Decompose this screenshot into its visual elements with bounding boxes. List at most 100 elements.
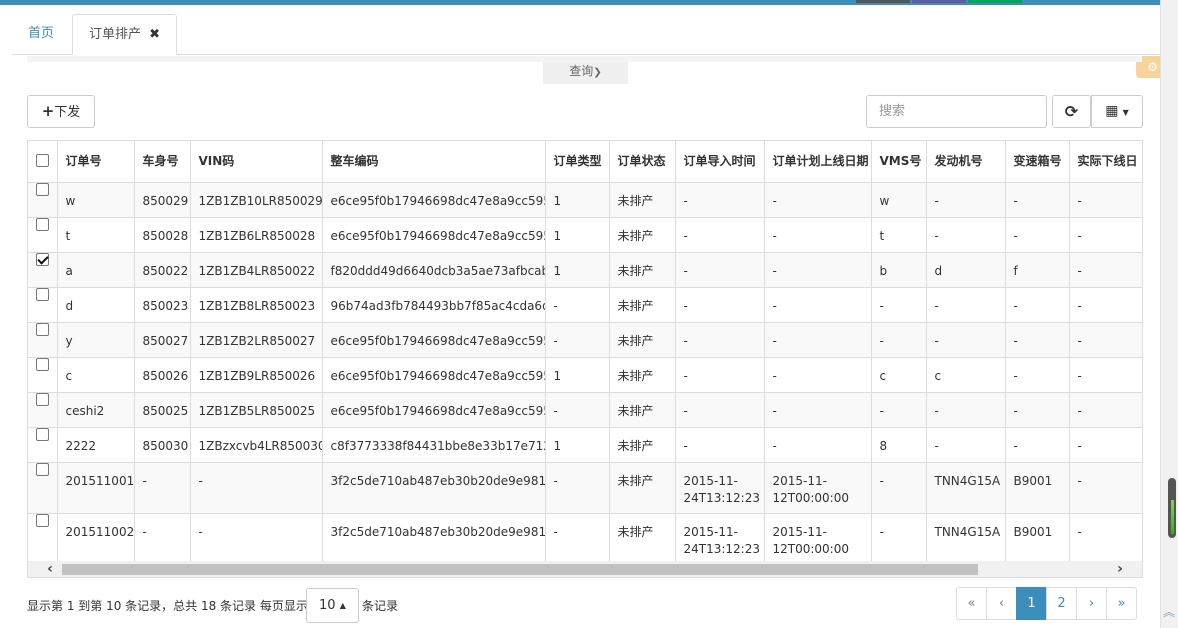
table-cell: - — [871, 392, 927, 428]
table-cell: 850026 — [134, 357, 191, 393]
row-checkbox[interactable] — [35, 217, 49, 231]
row-checkbox[interactable] — [35, 252, 49, 266]
table-cell: - — [1069, 217, 1142, 253]
column-header[interactable]: VIN码 — [190, 141, 323, 183]
table-row[interactable]: d 850023 1ZB1ZB8LR850023 96b74ad3fb784493bb… — [28, 287, 1142, 323]
search-input[interactable] — [866, 95, 1047, 128]
column-header[interactable]: 变速箱号 — [1005, 141, 1070, 183]
tab-label: 订单排产 — [89, 27, 142, 42]
table-cell: - — [764, 287, 872, 323]
tab-order-scheduling[interactable]: 订单排产 ✖ — [72, 14, 178, 55]
table-row[interactable]: a 850022 1ZB1ZB4LR850022 f820ddd49d6640dcb3… — [28, 252, 1142, 288]
refresh-button[interactable]: ⟳ — [1052, 95, 1091, 128]
row-checkbox[interactable] — [35, 287, 49, 301]
table-cell: - — [871, 462, 927, 514]
tab-home[interactable]: 首页 — [12, 14, 70, 55]
column-header[interactable]: 订单号 — [57, 141, 135, 183]
scroll-right-icon[interactable]: › — [1112, 561, 1128, 577]
page-1-button[interactable]: 1 — [1016, 587, 1047, 620]
issue-button[interactable]: +下发 — [27, 95, 95, 128]
table-cell: t — [871, 217, 927, 253]
table-row[interactable]: y 850027 1ZB1ZB2LR850027 e6ce95f0b17946698d… — [28, 322, 1142, 358]
table-row[interactable]: 201511001- -3f2c5de710ab487eb30b20de9e981… — [28, 462, 1142, 514]
table-cell: - — [764, 252, 872, 288]
tab-bar: 首页 订单排产 ✖ — [12, 14, 1160, 55]
issue-button-label: 下发 — [54, 105, 81, 120]
table-cell: - — [545, 392, 610, 428]
table-row[interactable]: w 850029 1ZB1ZB10LR850029 e6ce95f0b17946698… — [28, 182, 1142, 218]
column-header[interactable]: 车身号 — [134, 141, 191, 183]
table-cell: 2015-11-12T00:00:00 — [764, 462, 872, 514]
table-cell: - — [1069, 252, 1142, 288]
table-cell: - — [1069, 513, 1142, 565]
column-header[interactable]: 订单导入时间 — [675, 141, 765, 183]
select-all-cell — [28, 141, 58, 183]
query-toggle-button[interactable]: 查询❯ — [543, 62, 628, 84]
row-checkbox[interactable] — [35, 462, 49, 476]
row-checkbox[interactable] — [35, 427, 49, 441]
table-cell: - — [926, 427, 1006, 463]
table-cell: - — [871, 287, 927, 323]
scroll-left-icon[interactable]: ‹ — [42, 561, 58, 577]
vertical-scrollbar[interactable]: ︽ — [1160, 0, 1178, 628]
table-cell: 2015-11-24T13:12:23 — [675, 513, 765, 565]
table-cell: - — [764, 322, 872, 358]
scroll-to-top-icon[interactable]: ︽ — [1163, 603, 1175, 620]
row-select-cell — [28, 217, 58, 253]
table-cell: d — [57, 287, 135, 323]
table-cell: 未排产 — [609, 357, 676, 393]
scrollbar-thumb[interactable] — [62, 564, 978, 575]
table-cell: - — [764, 427, 872, 463]
row-select-cell — [28, 322, 58, 358]
table-cell: f820ddd49d6640dcb3a5ae73afbcab64 — [322, 252, 546, 288]
table-cell: 850027 — [134, 322, 191, 358]
column-header[interactable]: VMS号 — [871, 141, 927, 183]
column-header[interactable]: 实际下线日 — [1069, 141, 1142, 183]
table-cell: 1ZB1ZB10LR850029 — [190, 182, 323, 218]
table-cell: ceshi2 — [57, 392, 135, 428]
next-page-button[interactable]: › — [1076, 587, 1107, 620]
table-cell: - — [675, 357, 765, 393]
column-header[interactable]: 整车编码 — [322, 141, 546, 183]
row-checkbox[interactable] — [35, 357, 49, 371]
table-cell: - — [926, 322, 1006, 358]
column-header[interactable]: 订单类型 — [545, 141, 610, 183]
table-row[interactable]: ceshi2 850025 1ZB1ZB5LR850025 e6ce95f0b1794… — [28, 392, 1142, 428]
table-cell: - — [1069, 322, 1142, 358]
table-cell: 2015-11-24T13:12:23 — [675, 462, 765, 514]
table-cell: 1 — [545, 217, 610, 253]
row-select-cell — [28, 462, 58, 514]
columns-toggle-button[interactable]: ▦ ▼ — [1091, 95, 1143, 128]
column-header[interactable]: 订单状态 — [609, 141, 676, 183]
column-header[interactable]: 订单计划上线日期 — [764, 141, 872, 183]
table-cell: 未排产 — [609, 462, 676, 514]
table-cell: B9001 — [1005, 513, 1070, 565]
table-cell: a — [57, 252, 135, 288]
table-row[interactable]: 2222 850030 1ZBzxcvb4LR850030 c8f3773338f84… — [28, 427, 1142, 463]
horizontal-scrollbar[interactable]: ‹ › — [28, 561, 1142, 577]
table-cell: - — [926, 287, 1006, 323]
last-page-button[interactable]: » — [1106, 587, 1137, 620]
table-cell: 850030 — [134, 427, 191, 463]
page-size-select[interactable]: 10 ▲ — [306, 588, 359, 623]
table-row[interactable]: c 850026 1ZB1ZB9LR850026 e6ce95f0b17946698d… — [28, 357, 1142, 393]
table-cell: - — [190, 513, 323, 565]
row-checkbox[interactable] — [35, 513, 49, 527]
page-2-button[interactable]: 2 — [1046, 587, 1077, 620]
table-cell: - — [1069, 287, 1142, 323]
table-cell: 1ZBzxcvb4LR850030 — [190, 427, 323, 463]
column-header[interactable]: 发动机号 — [926, 141, 1006, 183]
table-cell: 850023 — [134, 287, 191, 323]
row-checkbox[interactable] — [35, 392, 49, 406]
table-row[interactable]: 201511002- -3f2c5de710ab487eb30b20de9e981… — [28, 513, 1142, 565]
table-cell: w — [871, 182, 927, 218]
table-cell: d — [926, 252, 1006, 288]
table-row[interactable]: t 850028 1ZB1ZB6LR850028 e6ce95f0b17946698d… — [28, 217, 1142, 253]
prev-page-button[interactable]: ‹ — [986, 587, 1017, 620]
first-page-button[interactable]: « — [956, 587, 987, 620]
row-checkbox[interactable] — [35, 182, 49, 196]
close-icon[interactable]: ✖ — [149, 27, 160, 42]
row-checkbox[interactable] — [35, 322, 49, 336]
select-all-checkbox[interactable] — [35, 154, 49, 167]
table-cell: - — [545, 322, 610, 358]
